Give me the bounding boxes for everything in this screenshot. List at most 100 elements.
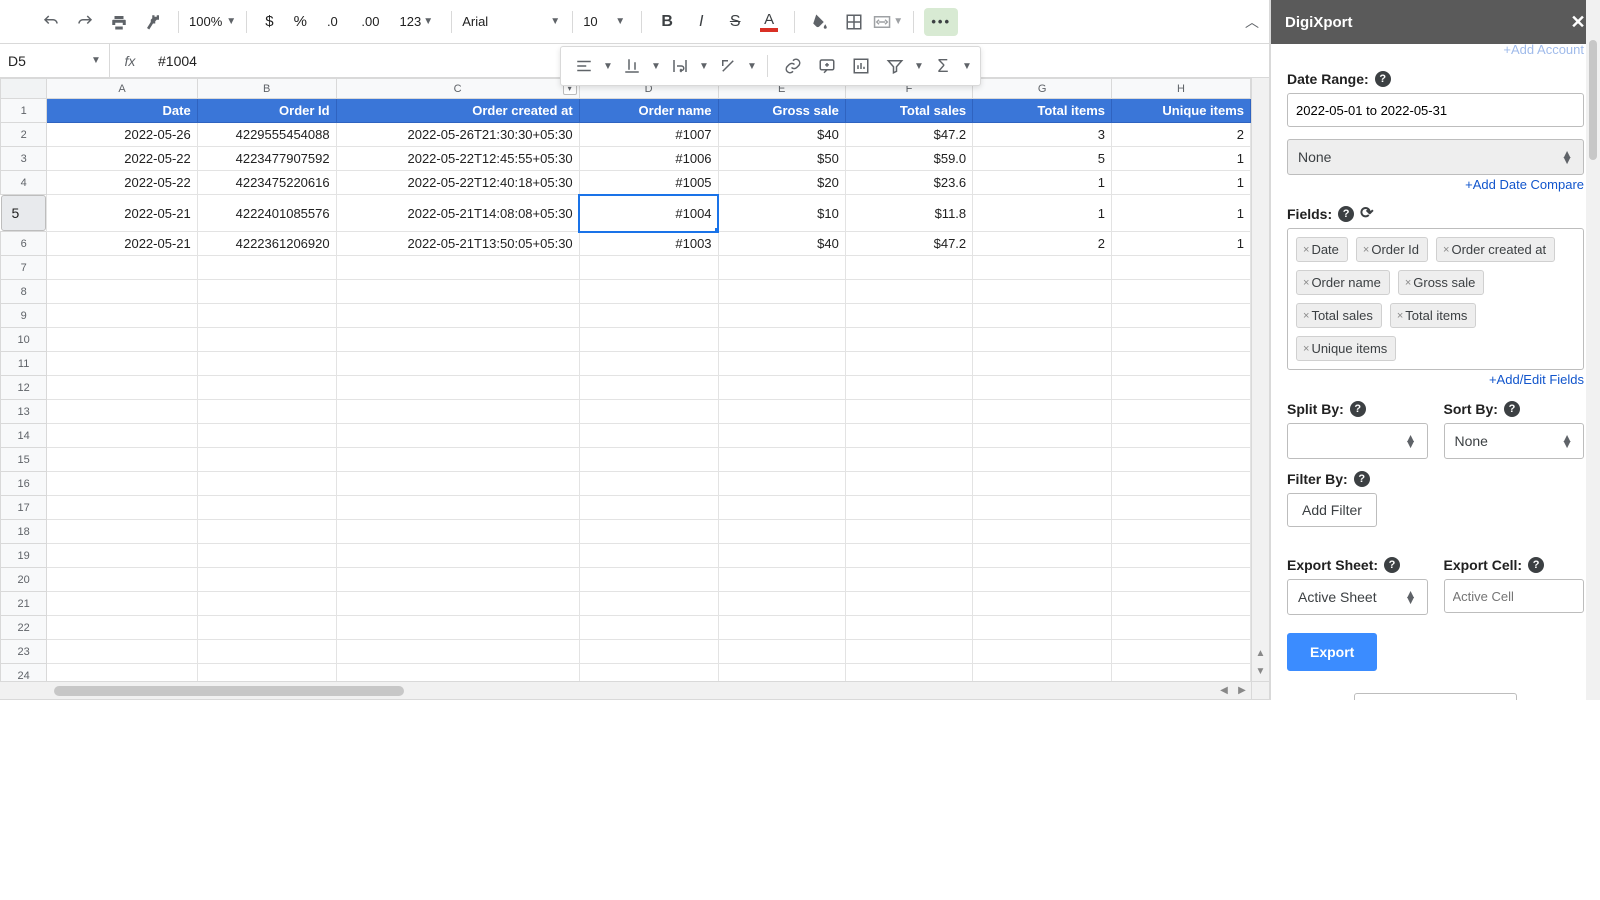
cell[interactable] bbox=[336, 376, 579, 400]
field-tag[interactable]: ×Order Id bbox=[1356, 237, 1428, 262]
cell[interactable] bbox=[973, 592, 1112, 616]
export-cell-input[interactable] bbox=[1444, 579, 1585, 613]
cell[interactable] bbox=[336, 664, 579, 682]
cell[interactable] bbox=[1112, 616, 1251, 640]
cell[interactable] bbox=[336, 568, 579, 592]
column-header[interactable]: C▾ bbox=[336, 79, 579, 99]
row-header[interactable]: 4 bbox=[1, 171, 47, 195]
cell[interactable] bbox=[197, 496, 336, 520]
cell[interactable] bbox=[579, 520, 718, 544]
row-header[interactable]: 9 bbox=[1, 304, 47, 328]
cell[interactable]: 4229555454088 bbox=[197, 123, 336, 147]
row-header[interactable]: 18 bbox=[1, 520, 47, 544]
header-cell[interactable]: Order name bbox=[579, 99, 718, 123]
cell[interactable] bbox=[197, 640, 336, 664]
cell[interactable] bbox=[845, 352, 972, 376]
compare-select[interactable]: None ▲▼ bbox=[1287, 139, 1584, 175]
cell[interactable] bbox=[197, 376, 336, 400]
cell[interactable] bbox=[336, 616, 579, 640]
cell[interactable] bbox=[845, 328, 972, 352]
cell[interactable] bbox=[579, 424, 718, 448]
cell[interactable] bbox=[1112, 352, 1251, 376]
row-header[interactable]: 19 bbox=[1, 544, 47, 568]
cell[interactable] bbox=[1112, 472, 1251, 496]
cell[interactable] bbox=[579, 280, 718, 304]
cell[interactable] bbox=[47, 448, 197, 472]
cell[interactable]: 4223475220616 bbox=[197, 171, 336, 195]
insert-chart-button[interactable] bbox=[846, 52, 876, 80]
name-box[interactable]: D5 ▼ bbox=[0, 44, 110, 77]
header-cell[interactable]: Order created at bbox=[336, 99, 579, 123]
cell[interactable] bbox=[579, 304, 718, 328]
row-header[interactable]: 16 bbox=[1, 472, 47, 496]
cell[interactable] bbox=[718, 400, 845, 424]
row-header[interactable]: 8 bbox=[1, 280, 47, 304]
remove-icon[interactable]: × bbox=[1303, 310, 1309, 322]
help-icon[interactable]: ? bbox=[1528, 557, 1544, 573]
cell[interactable] bbox=[718, 592, 845, 616]
row-header[interactable]: 6 bbox=[1, 232, 47, 256]
remove-icon[interactable]: × bbox=[1303, 244, 1309, 256]
cell[interactable] bbox=[197, 520, 336, 544]
cell[interactable] bbox=[1112, 256, 1251, 280]
cell[interactable] bbox=[845, 280, 972, 304]
help-icon[interactable]: ? bbox=[1350, 401, 1366, 417]
cell[interactable] bbox=[1112, 448, 1251, 472]
row-header[interactable]: 12 bbox=[1, 376, 47, 400]
row-header[interactable]: 21 bbox=[1, 592, 47, 616]
cell[interactable] bbox=[973, 568, 1112, 592]
cell[interactable] bbox=[579, 472, 718, 496]
cell[interactable] bbox=[845, 520, 972, 544]
cell[interactable] bbox=[973, 640, 1112, 664]
cell[interactable] bbox=[718, 664, 845, 682]
cell[interactable] bbox=[579, 256, 718, 280]
scroll-thumb[interactable] bbox=[54, 686, 404, 696]
cell[interactable] bbox=[718, 304, 845, 328]
cell[interactable]: 4222401085576 bbox=[197, 195, 336, 232]
scroll-left-icon[interactable]: ◀ bbox=[1215, 685, 1233, 696]
field-tag[interactable]: ×Total items bbox=[1390, 303, 1477, 328]
wrap-button[interactable] bbox=[665, 52, 695, 80]
rotate-button[interactable] bbox=[713, 52, 743, 80]
cell[interactable]: $11.8 bbox=[845, 195, 972, 232]
cell[interactable]: 1 bbox=[973, 171, 1112, 195]
cell[interactable] bbox=[579, 664, 718, 682]
cell[interactable] bbox=[718, 328, 845, 352]
cell[interactable] bbox=[845, 256, 972, 280]
add-date-compare-link[interactable]: +Add Date Compare bbox=[1287, 175, 1584, 194]
cell[interactable] bbox=[1112, 592, 1251, 616]
cell[interactable] bbox=[1112, 304, 1251, 328]
cell[interactable] bbox=[845, 544, 972, 568]
cell[interactable] bbox=[973, 304, 1112, 328]
cell[interactable]: 5 bbox=[973, 147, 1112, 171]
cell[interactable]: 1 bbox=[973, 195, 1112, 232]
cell[interactable] bbox=[47, 376, 197, 400]
cell[interactable] bbox=[718, 424, 845, 448]
cell[interactable] bbox=[973, 424, 1112, 448]
cell[interactable] bbox=[336, 256, 579, 280]
cell[interactable]: #1005 bbox=[579, 171, 718, 195]
select-all-cell[interactable] bbox=[1, 79, 47, 99]
cell[interactable] bbox=[718, 448, 845, 472]
remove-icon[interactable]: × bbox=[1363, 244, 1369, 256]
cell[interactable] bbox=[197, 424, 336, 448]
filter-button[interactable] bbox=[880, 52, 910, 80]
cell[interactable] bbox=[845, 304, 972, 328]
cell[interactable] bbox=[197, 280, 336, 304]
cell[interactable] bbox=[845, 664, 972, 682]
cell[interactable] bbox=[197, 448, 336, 472]
scroll-up-icon[interactable]: ▲ bbox=[1252, 645, 1269, 663]
cell[interactable] bbox=[718, 376, 845, 400]
collapse-toolbar-button[interactable]: ︿ bbox=[1245, 12, 1259, 32]
cell[interactable] bbox=[336, 448, 579, 472]
cell[interactable] bbox=[579, 328, 718, 352]
cell[interactable]: 4222361206920 bbox=[197, 232, 336, 256]
cell[interactable] bbox=[1112, 376, 1251, 400]
cell[interactable] bbox=[973, 280, 1112, 304]
cell[interactable]: 2022-05-21T14:08:08+05:30 bbox=[336, 195, 579, 232]
cell[interactable]: 1 bbox=[1112, 147, 1251, 171]
cell[interactable]: #1003 bbox=[579, 232, 718, 256]
cell[interactable] bbox=[845, 640, 972, 664]
cell[interactable] bbox=[47, 496, 197, 520]
fields-tag-box[interactable]: ×Date×Order Id×Order created at×Order na… bbox=[1287, 228, 1584, 370]
